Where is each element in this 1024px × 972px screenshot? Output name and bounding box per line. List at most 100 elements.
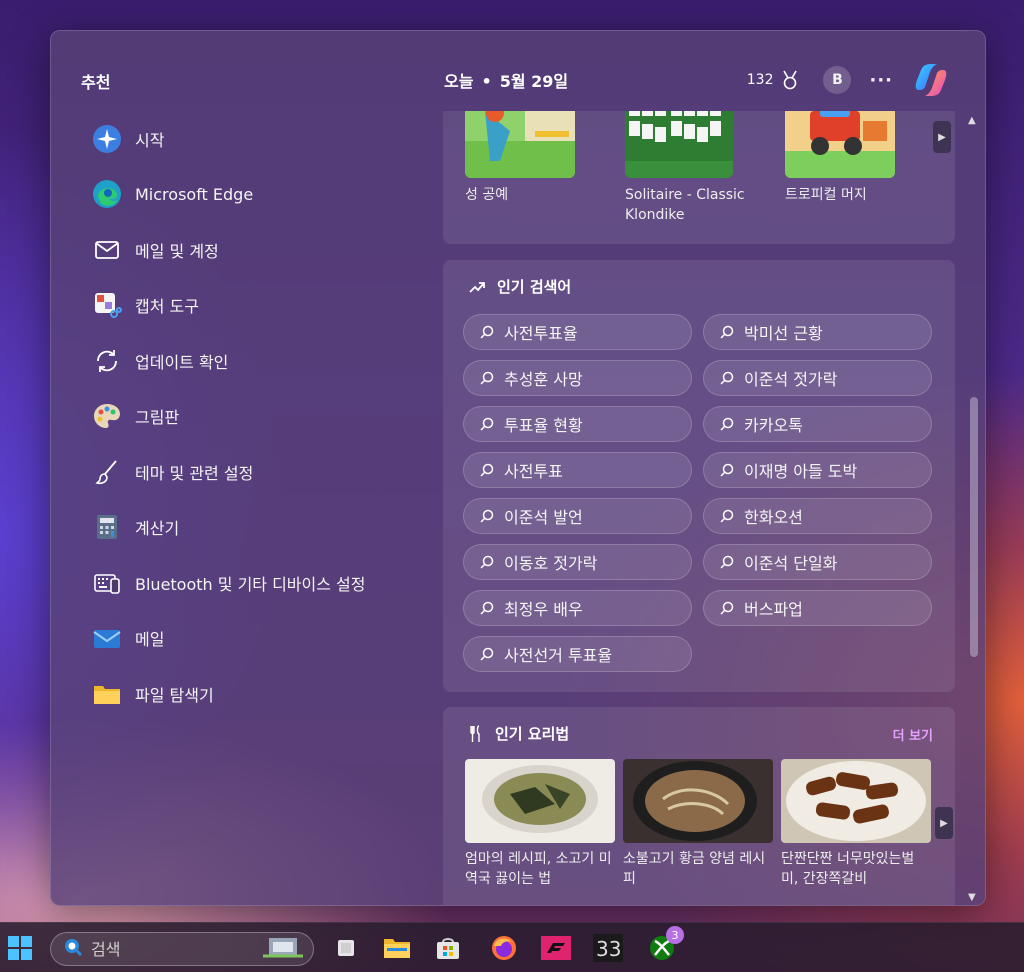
trending-search-pill[interactable]: 이준석 단일화	[703, 544, 932, 580]
app-label: 계산기	[135, 519, 180, 539]
trending-search-pill[interactable]: 한화오션	[703, 498, 932, 534]
scroll-up-icon[interactable]: ▲	[968, 115, 976, 126]
app-item-calculator[interactable]: 계산기	[91, 500, 451, 556]
folder-icon	[91, 678, 123, 710]
app-item-check-updates[interactable]: 업데이트 확인	[91, 333, 451, 389]
recipe-item[interactable]: 소불고기 황금 양념 레시피	[623, 759, 773, 889]
trending-search-pill[interactable]: 박미선 근황	[703, 314, 932, 350]
trending-search-pill[interactable]: 투표율 현황	[463, 406, 692, 442]
trending-search-pill[interactable]: 사전투표율	[463, 314, 692, 350]
pill-label: 카카오톡	[744, 416, 803, 435]
pill-label: 이재명 아들 도박	[744, 462, 858, 481]
task-view-icon[interactable]	[330, 932, 362, 964]
pill-label: 사전선거 투표율	[504, 646, 613, 665]
more-options-icon[interactable]: ···	[869, 70, 893, 91]
pill-label: 최정우 배우	[504, 600, 583, 619]
date-text: 5월 29일	[499, 72, 569, 91]
search-highlight-icon	[263, 934, 303, 964]
tropical-merge-icon[interactable]	[785, 111, 895, 178]
castle-game-icon[interactable]	[465, 111, 575, 178]
brush-icon	[91, 456, 123, 488]
update-icon	[91, 345, 123, 377]
app-label: 메일 및 계정	[135, 241, 219, 261]
trending-card: 인기 검색어 사전투표율 박미선 근황 추성훈 사망 이준석 젓가락 투표율 현…	[443, 260, 955, 692]
trending-search-pill[interactable]: 추성훈 사망	[463, 360, 692, 396]
app-item-mail[interactable]: 메일	[91, 611, 451, 667]
feed-scrollbar[interactable]: ▲ ▼	[963, 111, 985, 905]
pill-label: 사전투표율	[504, 324, 578, 343]
mail-account-icon	[91, 234, 123, 266]
search-icon	[480, 325, 494, 339]
app-item-file-explorer[interactable]: 파일 탐색기	[91, 666, 451, 722]
search-icon	[480, 371, 494, 385]
app-item-bluetooth-settings[interactable]: Bluetooth 및 기타 디바이스 설정	[91, 555, 451, 611]
app-item-paint[interactable]: 그림판	[91, 389, 451, 445]
trending-search-pill[interactable]: 이재명 아들 도박	[703, 452, 932, 488]
start-icon[interactable]	[4, 932, 36, 964]
taskbar-search-box[interactable]	[50, 932, 314, 966]
avatar[interactable]: B	[823, 66, 852, 94]
app-label: Microsoft Edge	[135, 184, 254, 204]
search-icon	[720, 509, 734, 523]
feed-area[interactable]: 성 공예 Solitaire - Classic Klondike 트로피컬 머…	[443, 111, 955, 905]
games-next-button[interactable]: ▶	[933, 121, 951, 153]
search-icon	[720, 371, 734, 385]
app-label: 시작	[135, 130, 165, 150]
pill-label: 박미선 근황	[744, 324, 823, 343]
trending-search-pill[interactable]: 이준석 발언	[463, 498, 692, 534]
search-icon	[480, 463, 494, 477]
trending-search-pill[interactable]: 최정우 배우	[463, 590, 692, 626]
copilot-icon[interactable]	[911, 60, 951, 100]
recipe-item[interactable]: 단짠단짠 너무맛있는벌미, 간장쪽갈비	[781, 759, 931, 889]
pill-label: 사전투표	[504, 462, 563, 481]
taskbar-search-input[interactable]	[91, 939, 251, 959]
game-label: 성 공예	[465, 187, 509, 203]
pill-label: 이준석 젓가락	[744, 370, 838, 389]
app-item-edge[interactable]: Microsoft Edge	[91, 167, 451, 223]
trending-header: 인기 검색어	[469, 276, 571, 297]
app-item-snipping-tool[interactable]: 캡처 도구	[91, 278, 451, 334]
app-item-themes[interactable]: 테마 및 관련 설정	[91, 444, 451, 500]
app-item-mail-accounts[interactable]: 메일 및 계정	[91, 222, 451, 278]
recommended-app-list: 시작 Microsoft Edge 메일 및 계정 캡처 도구 업데이트 확인	[91, 111, 451, 722]
app-33-icon[interactable]: 33	[592, 932, 624, 964]
rewards-medal-icon[interactable]	[779, 69, 801, 91]
scroll-down-icon[interactable]: ▼	[968, 892, 976, 903]
search-icon	[720, 555, 734, 569]
xbox-icon[interactable]: 3	[646, 926, 684, 964]
bulgogi-image	[623, 759, 773, 843]
recipes-title: 인기 요리법	[495, 725, 570, 743]
trending-title: 인기 검색어	[497, 278, 572, 296]
trending-search-pill[interactable]: 사전선거 투표율	[463, 636, 692, 672]
pill-label: 한화오션	[744, 508, 803, 527]
recipes-see-more-link[interactable]: 더 보기	[893, 725, 933, 744]
recipe-item[interactable]: 엄마의 레시피, 소고기 미역국 끓이는 법	[465, 759, 615, 889]
solitaire-icon[interactable]	[625, 111, 733, 178]
trending-search-pill[interactable]: 카카오톡	[703, 406, 932, 442]
recipe-label: 엄마의 레시피, 소고기 미역국 끓이는 법	[465, 851, 612, 887]
rewards-points[interactable]: 132	[747, 72, 774, 88]
store-icon[interactable]	[432, 932, 464, 964]
file-explorer-icon[interactable]	[381, 932, 413, 964]
search-icon	[480, 647, 494, 661]
game-label: Solitaire - Classic Klondike	[625, 187, 745, 223]
trending-search-pill[interactable]: 버스파업	[703, 590, 932, 626]
trending-search-pill[interactable]: 이동호 젓가락	[463, 544, 692, 580]
trending-search-pill[interactable]: 사전투표	[463, 452, 692, 488]
ribs-image	[781, 759, 931, 843]
firefox-icon[interactable]	[488, 932, 520, 964]
pill-label: 버스파업	[744, 600, 803, 619]
search-icon	[720, 325, 734, 339]
scrollbar-thumb[interactable]	[970, 397, 978, 657]
search-icon	[720, 463, 734, 477]
app-label: 파일 탐색기	[135, 685, 214, 705]
app-item-get-started[interactable]: 시작	[91, 111, 451, 167]
separator-dot: •	[481, 72, 492, 91]
pill-label: 이준석 발언	[504, 508, 583, 527]
recipes-next-button[interactable]: ▶	[935, 807, 953, 839]
trending-search-pill[interactable]: 이준석 젓가락	[703, 360, 932, 396]
seaweed-soup-image	[465, 759, 615, 843]
recipe-label: 소불고기 황금 양념 레시피	[623, 851, 766, 887]
search-icon	[63, 937, 83, 961]
forza-icon[interactable]	[540, 932, 572, 964]
